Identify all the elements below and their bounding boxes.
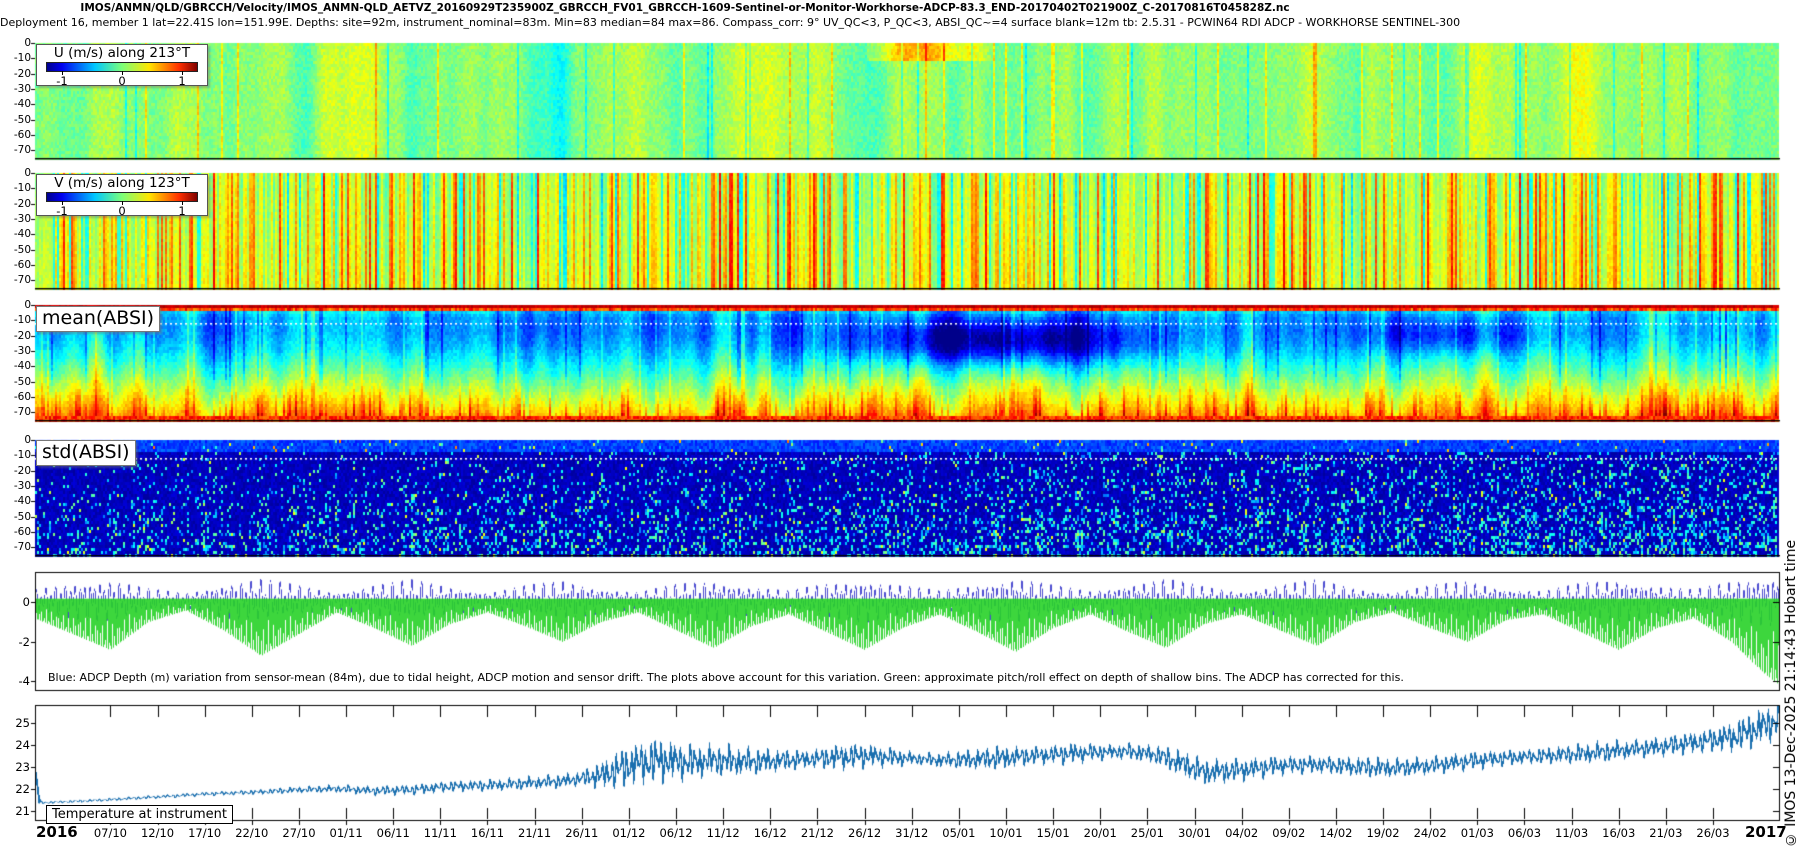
figure-title-line2: Deployment 16, member 1 lat=22.41S lon=1… (0, 16, 1461, 29)
date-tick-label: 06/03 (1507, 826, 1542, 840)
depth-tick-label: -10 (13, 52, 31, 65)
depth-tick-label: -50 (13, 243, 31, 256)
legend-v-title: V (m/s) along 123°T (54, 175, 190, 191)
date-tick-label: 11/12 (706, 826, 740, 840)
date-tick-label: 24/02 (1413, 826, 1447, 840)
depth-tick-label: -60 (13, 259, 31, 271)
date-tick-label: 16/12 (753, 826, 787, 840)
depth-tick-label: -70 (13, 144, 31, 157)
depth-tick-label: -30 (13, 213, 31, 225)
date-tick-label: 14/02 (1319, 826, 1353, 840)
label-temperature: Temperature at instrument (46, 805, 233, 824)
depth-tick-label: 0 (24, 167, 31, 179)
depth-tick-label: -60 (13, 526, 31, 538)
date-tick-label: 17/10 (188, 826, 222, 840)
date-tick-label: 04/02 (1225, 826, 1259, 840)
depth-tick-label: -70 (13, 274, 31, 287)
figure-title-line1: IMOS/ANMN/QLD/GBRCCH/Velocity/IMOS_ANMN-… (80, 2, 1290, 14)
date-tick-label: 19/02 (1366, 826, 1400, 840)
depth-tick-label: -60 (13, 391, 31, 403)
depth-tick-label: 0 (24, 434, 31, 446)
date-tick-label: 01/11 (329, 826, 363, 840)
date-tick-label: 11/11 (423, 826, 457, 840)
date-tick-label: 16/11 (470, 826, 505, 840)
colorbar-v: -1 0 1 (46, 192, 198, 218)
depth-tick-label: -70 (13, 406, 31, 419)
label-std-absi: std(ABSI) (36, 440, 136, 466)
depth-tick-label: -20 (13, 67, 31, 80)
depth-tick-label: -60 (13, 129, 31, 141)
date-tick-label: 01/03 (1460, 826, 1494, 840)
date-tick-label: 26/03 (1696, 826, 1730, 840)
label-mean-absi: mean(ABSI) (36, 306, 161, 332)
x-axis-year-right: 2017 (1745, 823, 1787, 841)
depth-tick-label: -10 (13, 314, 31, 327)
temperature-tick-label: 23 (15, 759, 30, 774)
temperature-tick-label: 25 (15, 716, 30, 730)
date-tick-label: 09/02 (1272, 826, 1306, 840)
date-tick-label: 26/12 (848, 826, 882, 840)
depth-tick-label: -10 (13, 182, 31, 195)
depth-tick-label: -20 (13, 464, 31, 477)
date-tick-label: 26/11 (565, 826, 599, 840)
temperature-tick-label: 24 (15, 737, 30, 752)
temperature-tick-label: 22 (15, 781, 30, 796)
x-axis-year-left: 2016 (36, 823, 78, 841)
date-tick-label: 05/01 (942, 826, 976, 840)
depth-variation-tick-label: -4 (18, 674, 30, 688)
colorbar-tick-label: -1 (56, 74, 68, 88)
depth-tick-label: -30 (13, 480, 31, 492)
date-tick-label: 27/10 (282, 826, 316, 840)
date-tick-label: 22/10 (235, 826, 269, 840)
colorbar-tick-label: 1 (178, 204, 186, 218)
date-tick-label: 06/11 (376, 826, 410, 840)
depth-tick-label: -40 (13, 228, 31, 241)
date-tick-label: 31/12 (895, 826, 929, 840)
depth-tick-label: -30 (13, 345, 31, 357)
date-tick-label: 10/01 (989, 826, 1023, 840)
date-tick-label: 25/01 (1130, 826, 1164, 840)
legend-u-title: U (m/s) along 213°T (53, 45, 191, 61)
depth-tick-label: -50 (13, 375, 31, 388)
depth-variation-caption: Blue: ADCP Depth (m) variation from sens… (48, 671, 1404, 684)
depth-tick-label: -20 (13, 329, 31, 342)
depth-tick-label: 0 (24, 37, 31, 49)
date-tick-label: 16/03 (1602, 826, 1636, 840)
depth-tick-label: -50 (13, 113, 31, 126)
depth-tick-label: -50 (13, 510, 31, 523)
colorbar-tick-label: 0 (118, 204, 126, 218)
date-tick-label: 06/12 (659, 826, 693, 840)
depth-tick-label: 0 (24, 299, 31, 311)
depth-tick-label: -20 (13, 197, 31, 210)
date-tick-label: 20/01 (1083, 826, 1117, 840)
legend-u-velocity: U (m/s) along 213°T -1 0 1 (36, 44, 208, 88)
date-tick-label: 15/01 (1036, 826, 1070, 840)
colorbar-u: -1 0 1 (46, 62, 198, 88)
temperature-tick-label: 21 (15, 803, 30, 818)
depth-variation-tick-label: 0 (22, 595, 30, 609)
date-tick-label: 21/12 (800, 826, 835, 840)
figure: IMOS/ANMN/QLD/GBRCCH/Velocity/IMOS_ANMN-… (0, 0, 1800, 850)
date-tick-label: 11/03 (1555, 826, 1589, 840)
depth-variation-tick-label: -2 (18, 634, 30, 649)
colorbar-tick-label: 1 (178, 74, 186, 88)
date-tick-label: 01/12 (612, 826, 646, 840)
depth-tick-label: -40 (13, 98, 31, 111)
depth-tick-label: -10 (13, 449, 31, 462)
plot-canvas (0, 0, 1800, 850)
date-tick-label: 07/10 (93, 826, 127, 840)
legend-v-velocity: V (m/s) along 123°T -1 0 1 (36, 174, 208, 218)
colorbar-tick-label: 0 (118, 74, 126, 88)
colorbar-tick-label: -1 (56, 204, 68, 218)
credit-text: © IMOS 13-Dec-2025 21:14:43 Hobart time (1783, 539, 1799, 847)
date-tick-label: 21/03 (1649, 826, 1683, 840)
depth-tick-label: -70 (13, 541, 31, 554)
date-tick-label: 12/10 (140, 826, 175, 840)
depth-tick-label: -30 (13, 83, 31, 95)
depth-tick-label: -40 (13, 360, 31, 373)
depth-tick-label: -40 (13, 495, 31, 508)
date-tick-label: 21/11 (518, 826, 552, 840)
date-tick-label: 30/01 (1177, 826, 1212, 840)
